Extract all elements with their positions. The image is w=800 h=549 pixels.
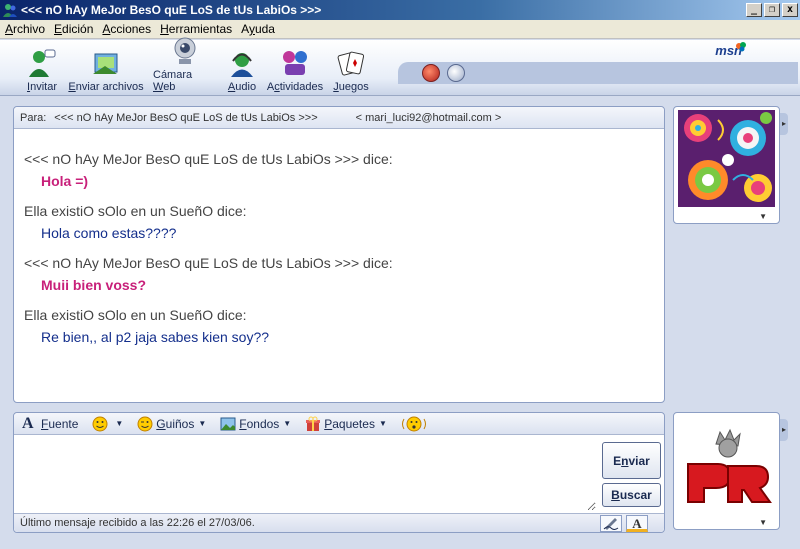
nudge-smiley-icon (401, 416, 427, 432)
gift-package-icon (305, 416, 321, 432)
collapse-arrow-icon[interactable]: ▸ (780, 419, 788, 441)
invite-contact-icon (27, 48, 57, 78)
collapse-arrow-icon[interactable]: ▸ (780, 113, 788, 135)
activities-icon (280, 48, 310, 78)
chevron-down-icon[interactable]: ▼ (759, 212, 767, 221)
activities-button[interactable]: Actividades (266, 43, 324, 93)
winks-button[interactable]: Guiños ▼ (137, 416, 206, 432)
message-sender: Ella existiO sOlo en un SueñO dice: (24, 307, 247, 323)
block-icon[interactable] (422, 64, 440, 82)
own-display-picture[interactable] (678, 416, 775, 513)
message-history[interactable]: <<< nO hAy MeJor BesO quE LoS de tUs Lab… (14, 129, 664, 345)
font-icon: A (22, 414, 34, 432)
chevron-down-icon: ▼ (378, 419, 387, 428)
audio-button[interactable]: Audio (226, 43, 258, 93)
message-sender: <<< nO hAy MeJor BesO quE LoS de tUs Lab… (24, 255, 393, 271)
send-files-icon (91, 48, 121, 78)
pen-icon[interactable] (447, 64, 465, 82)
last-message-status: Último mensaje recibido a las 22:26 el 2… (20, 517, 255, 529)
contact-display-picture-frame: ▼ (673, 106, 780, 224)
close-button[interactable]: x (782, 3, 798, 17)
chevron-down-icon[interactable]: ▼ (759, 518, 767, 527)
menu-edicion[interactable]: Edición (51, 22, 96, 36)
contact-display-picture[interactable] (678, 110, 775, 207)
webcam-button[interactable]: Cámara Web (153, 37, 217, 93)
recipient-name: <<< nO hAy MeJor BesO quE LoS de tUs Lab… (54, 111, 318, 124)
menu-herramientas[interactable]: Herramientas (157, 22, 235, 36)
webcam-icon (170, 36, 200, 66)
compose-panel: A Fuente ▼ Guiños ▼ Fondos ▼ Paquetes ▼ … (13, 412, 665, 533)
msn-butterfly-icon (736, 41, 746, 52)
to-label: Para: (20, 111, 47, 124)
status-bar: Último mensaje recibido a las 22:26 el 2… (14, 513, 664, 532)
message-text: Re bien,, al p2 jaja sabes kien soy?? (41, 329, 270, 345)
message-input[interactable] (16, 437, 596, 511)
own-display-picture-frame: ▼ (673, 412, 780, 530)
games-button[interactable]: Juegos (332, 43, 370, 93)
chevron-down-icon: ▼ (198, 419, 207, 428)
font-button[interactable]: A Fuente (22, 414, 78, 432)
window-title: <<< nO hAy MeJor BesO quE LoS de tUs Lab… (21, 3, 322, 17)
title-bar[interactable]: <<< nO hAy MeJor BesO quE LoS de tUs Lab… (0, 0, 800, 20)
recipient-email: < mari_luci92@hotmail.com > (355, 111, 502, 124)
menu-bar: Archivo Edición Acciones Herramientas Ay… (0, 20, 800, 39)
handwriting-icon[interactable] (600, 515, 622, 532)
nudge-button[interactable] (401, 416, 430, 432)
text-mode-icon[interactable]: A (626, 515, 648, 532)
conversation-panel: Para: <<< nO hAy MeJor BesO quE LoS de t… (13, 106, 665, 403)
message-sender: Ella existiO sOlo en un SueñO dice: (24, 203, 247, 219)
message-text: Hola como estas???? (41, 225, 177, 241)
playing-cards-icon (336, 48, 366, 78)
emoticons-button[interactable]: ▼ (92, 416, 123, 432)
msn-messenger-icon (2, 2, 18, 18)
chevron-down-icon: ▼ (115, 419, 124, 428)
menu-archivo[interactable]: Archivo (2, 22, 48, 36)
menu-ayuda[interactable]: Ayuda (238, 22, 278, 36)
format-toolbar: A Fuente ▼ Guiños ▼ Fondos ▼ Paquetes ▼ (14, 413, 664, 435)
chevron-down-icon: ▼ (283, 419, 292, 428)
smiley-icon (92, 416, 108, 432)
recipient-header: Para: <<< nO hAy MeJor BesO quE LoS de t… (14, 107, 664, 129)
message-text: Muii bien voss? (41, 277, 147, 293)
search-button[interactable]: Buscar (602, 483, 661, 507)
maximize-button[interactable]: ❐ (764, 3, 780, 17)
message-text: Hola =) (41, 173, 89, 189)
packages-button[interactable]: Paquetes ▼ (305, 416, 387, 432)
backgrounds-button[interactable]: Fondos ▼ (220, 416, 291, 432)
invite-button[interactable]: Invitar (24, 43, 60, 93)
headset-icon (227, 48, 257, 78)
send-button[interactable]: Enviar (602, 442, 661, 479)
menu-acciones[interactable]: Acciones (99, 22, 154, 36)
minimize-button[interactable]: _ (746, 3, 762, 17)
message-sender: <<< nO hAy MeJor BesO quE LoS de tUs Lab… (24, 151, 393, 167)
background-image-icon (220, 416, 236, 432)
send-files-button[interactable]: Enviar archivos (68, 43, 144, 93)
wink-icon (137, 416, 153, 432)
